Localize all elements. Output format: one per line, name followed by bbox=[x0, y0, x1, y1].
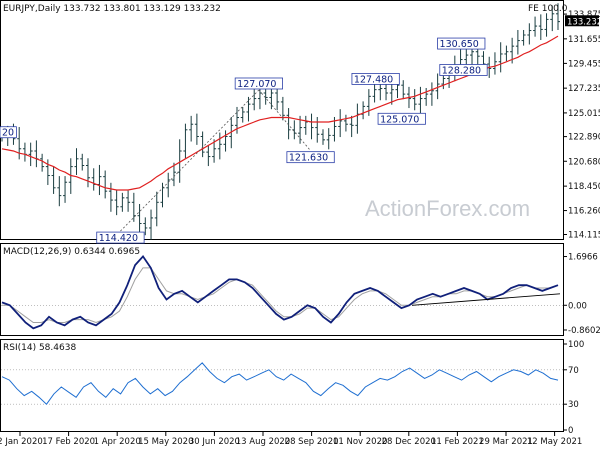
y-tick-label: 120.680 bbox=[568, 157, 600, 167]
annotation-label: 130.650 bbox=[440, 39, 479, 50]
watermark: ActionForex.com bbox=[365, 196, 530, 221]
x-tick-label: 13 Aug 2020 bbox=[236, 437, 290, 447]
y-tick-label: 122.890 bbox=[568, 133, 600, 143]
annotation-label: 121.630 bbox=[289, 153, 328, 164]
annotation-label: 20 bbox=[2, 128, 14, 139]
macd-panel-title: MACD(12,26,9) 0.6344 0.6965 bbox=[3, 247, 140, 257]
rsi-y-axis: 100 70 30 0 bbox=[563, 340, 584, 436]
y-tick-label: 0.00 bbox=[568, 301, 587, 311]
x-tick-label: 28 Sep 2020 bbox=[285, 437, 339, 447]
y-tick-label: 0 bbox=[568, 426, 573, 436]
price-panel-title: EURJPY,Daily 133.732 133.801 133.129 133… bbox=[3, 4, 221, 14]
annotation-label: 114.420 bbox=[99, 233, 138, 244]
y-tick-label: 125.015 bbox=[568, 109, 600, 119]
rsi-panel-frame bbox=[0, 339, 564, 432]
x-tick-label: 15 May 2020 bbox=[138, 437, 193, 447]
annotation-label: 127.480 bbox=[354, 74, 393, 85]
annotation-label: 127.070 bbox=[237, 79, 276, 90]
y-tick-label: 118.450 bbox=[568, 182, 600, 192]
y-tick-label: 30 bbox=[568, 400, 579, 410]
rsi-panel-title: RSI(14) 58.4638 bbox=[3, 343, 76, 353]
y-tick-label: 116.260 bbox=[568, 207, 600, 217]
fe-label: FE 100.0 bbox=[528, 4, 568, 14]
x-tick-label: 11 Nov 2020 bbox=[333, 437, 387, 447]
y-tick-label: -0.8602 bbox=[568, 326, 600, 336]
macd-panel-frame bbox=[0, 243, 564, 336]
last-price-label: 133.232 bbox=[567, 17, 600, 27]
y-tick-label: 129.455 bbox=[568, 59, 600, 69]
x-tick-label: 30 Jun 2020 bbox=[189, 437, 240, 447]
y-tick-label: 70 bbox=[568, 366, 579, 376]
x-tick-label: 29 Mar 2021 bbox=[479, 437, 533, 447]
y-tick-label: 114.115 bbox=[568, 230, 600, 240]
macd-y-axis: 1.6966 0.00 -0.8602 bbox=[563, 253, 600, 336]
x-axis: 2 Jan 2020 17 Feb 20201 Apr 202015 May 20… bbox=[0, 432, 582, 447]
annotation-label: 128.280 bbox=[442, 65, 481, 76]
x-tick-label: 11 Feb 2021 bbox=[431, 437, 484, 447]
x-tick-label: 1 Apr 2020 bbox=[94, 437, 141, 447]
price-y-axis: 133.875131.655129.455127.235125.015122.8… bbox=[563, 10, 600, 240]
x-tick-label: 12 May 2021 bbox=[527, 437, 582, 447]
x-tick-label: 17 Feb 2020 bbox=[42, 437, 95, 447]
y-tick-label: 131.655 bbox=[568, 35, 600, 45]
annotation-label: 125.070 bbox=[380, 114, 419, 125]
y-tick-label: 100 bbox=[568, 340, 584, 350]
chart-canvas: ActionForex.com 20 114.420 127.070 121.630 1… bbox=[0, 0, 600, 447]
y-tick-label: 127.235 bbox=[568, 84, 600, 94]
y-tick-label: 1.6966 bbox=[568, 253, 598, 263]
x-tick-label: 28 Dec 2020 bbox=[382, 437, 436, 447]
x-tick-label: 2 Jan 2020 bbox=[0, 437, 43, 447]
